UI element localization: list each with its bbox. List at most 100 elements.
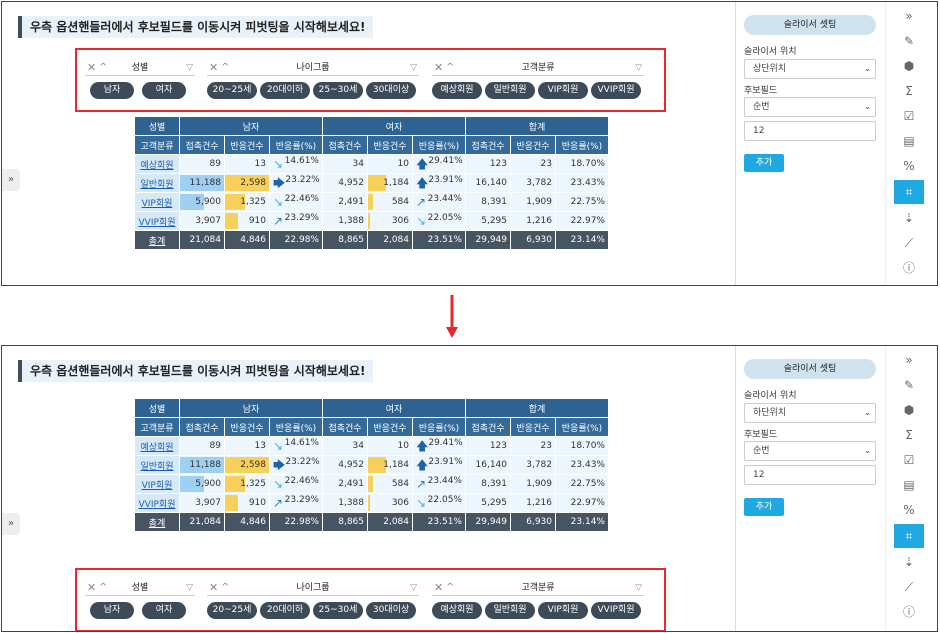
position-select[interactable]: 상단위치 ⌄ [744,59,876,79]
chip-vvip[interactable]: VVIP회원 [591,602,641,619]
chip-age-20-25[interactable]: 20~25세 [207,602,257,619]
cell: 8,391 [466,475,510,493]
sort-icon[interactable]: ⇣ [894,550,924,574]
checklist-icon[interactable]: ☑ [894,104,924,128]
row-label-link[interactable]: 일반회원 [140,180,173,190]
double-chevron-right-icon[interactable]: » [894,348,924,372]
chip-expected[interactable]: 예상회원 [432,602,482,619]
chip-female[interactable]: 여자 [142,602,186,619]
chevron-down-icon: ⌄ [864,446,871,455]
group-header-male[interactable]: 남자 [180,117,322,135]
cell: 34 [323,155,367,173]
row-label-link[interactable]: VIP회원 [142,481,173,491]
slicer-customer[interactable]: ✕ ^ 고객분류 ▽ 예상회원 일반회원 VIP회원 VVIP회원 [432,570,644,630]
slicer-agegroup[interactable]: ✕ ^ 나이그룹 ▽ 20~25세 20대이하 25~30세 30대이상 [207,50,419,110]
group-header-female[interactable]: 여자 [323,399,465,417]
layout-icon[interactable]: ▤ [894,473,924,497]
row-label-link[interactable]: VVIP회원 [139,500,176,510]
chip-age-under20[interactable]: 20대이하 [260,602,310,619]
cell: 23.22% [285,456,320,467]
cell: 29.41% [428,155,463,166]
cell: 6,930 [511,231,555,249]
cell: 1,325 [240,479,266,489]
chip-age-25-30[interactable]: 25~30세 [313,602,363,619]
table-row: VIP회원 5,900 1,325 ↘ 22.46% 2,491 584 ↗ 23.… [135,475,608,493]
field-input[interactable]: 12 [744,465,876,485]
chip-female[interactable]: 여자 [142,82,186,99]
filter-icon[interactable]: ▽ [186,62,193,74]
position-select[interactable]: 하단위치 ⌄ [744,403,876,423]
cube-icon[interactable]: ⬢ [894,398,924,422]
slicer-customer[interactable]: ✕ ^ 고객분류 ▽ 예상회원 일반회원 VIP회원 VVIP회원 [432,50,644,110]
filter-icon[interactable]: ▽ [410,62,417,74]
row-label-link[interactable]: VVIP회원 [139,218,176,228]
cell: 1,909 [511,193,555,211]
field-select[interactable]: 순번 ⌄ [744,441,876,461]
chip-vvip[interactable]: VVIP회원 [591,82,641,99]
add-button[interactable]: 추가 [744,498,784,516]
field-value: 순번 [753,446,770,456]
slicer-gender[interactable]: ✕ ^ 성별 ▽ 남자 여자 [85,50,195,110]
percent-icon[interactable]: % [894,498,924,522]
row-label-link[interactable]: 총계 [149,519,166,529]
percent-icon[interactable]: % [894,154,924,178]
row-label-link[interactable]: 일반회원 [140,462,173,472]
add-button[interactable]: 추가 [744,154,784,172]
cell: 2,084 [368,231,412,249]
edit-icon[interactable]: ✎ [894,29,924,53]
page-title: 우측 옵션핸들러에서 후보필드를 이동시켜 피벗팅을 시작해보세요! [18,16,374,38]
cell: 23.29% [284,212,319,223]
chip-regular[interactable]: 일반회원 [485,602,535,619]
chip-expected[interactable]: 예상회원 [432,82,482,99]
row-label-link[interactable]: 예상회원 [140,161,173,171]
filter-icon[interactable]: ▽ [186,582,193,594]
filter-icon[interactable]: ▽ [635,62,642,74]
filter-icon[interactable]: ▽ [635,582,642,594]
expand-panel-icon[interactable]: » [2,169,20,191]
field-input[interactable]: 12 [744,121,876,141]
double-chevron-right-icon[interactable]: » [894,4,924,28]
group-header-female[interactable]: 여자 [323,117,465,135]
sigma-icon[interactable]: Σ [894,423,924,447]
cell: 10 [368,437,412,455]
cell: 22.75% [556,193,608,211]
chip-age-over30[interactable]: 30대이상 [366,82,416,99]
row-label-link[interactable]: VIP회원 [142,199,173,209]
chip-vip[interactable]: VIP회원 [538,602,588,619]
cell: 23.22% [285,174,320,185]
layout-icon[interactable]: ▤ [894,129,924,153]
edit-icon[interactable]: ✎ [894,373,924,397]
slicer-gender[interactable]: ✕ ^ 성별 ▽ 남자 여자 [85,570,195,630]
slicer-agegroup[interactable]: ✕ ^ 나이그룹 ▽ 20~25세 20대이하 25~30세 30대이상 [207,570,419,630]
table-row: 예상회원 89 13 ↘ 14.61% 34 10 🡅 29.41% 123 23 … [135,155,608,173]
chart-icon[interactable]: ⟋ [894,575,924,599]
chip-age-20-25[interactable]: 20~25세 [207,82,257,99]
crop-icon[interactable]: ⌗ [894,180,924,204]
chip-regular[interactable]: 일반회원 [485,82,535,99]
row-label-link[interactable]: 총계 [149,237,166,247]
info-icon[interactable]: ⓘ [894,256,924,280]
row-label-link[interactable]: 예상회원 [140,443,173,453]
cell: 11,188 [189,460,222,470]
chip-age-25-30[interactable]: 25~30세 [313,82,363,99]
cell: 22.98% [270,513,322,531]
cell: 4,846 [225,513,269,531]
filter-icon[interactable]: ▽ [410,582,417,594]
cube-icon[interactable]: ⬢ [894,54,924,78]
chip-age-under20[interactable]: 20대이하 [260,82,310,99]
sigma-icon[interactable]: Σ [894,79,924,103]
sort-icon[interactable]: ⇣ [894,206,924,230]
chart-icon[interactable]: ⟋ [894,231,924,255]
expand-panel-icon[interactable]: » [2,513,20,535]
settings-title: 슬라이서 셋팅 [744,15,876,35]
info-icon[interactable]: ⓘ [894,600,924,624]
chip-vip[interactable]: VIP회원 [538,82,588,99]
chip-male[interactable]: 남자 [90,82,134,99]
chip-age-over30[interactable]: 30대이상 [366,602,416,619]
group-header-male[interactable]: 남자 [180,399,322,417]
chip-male[interactable]: 남자 [90,602,134,619]
cell: 34 [323,437,367,455]
checklist-icon[interactable]: ☑ [894,448,924,472]
crop-icon[interactable]: ⌗ [894,524,924,548]
field-select[interactable]: 순번 ⌄ [744,97,876,117]
